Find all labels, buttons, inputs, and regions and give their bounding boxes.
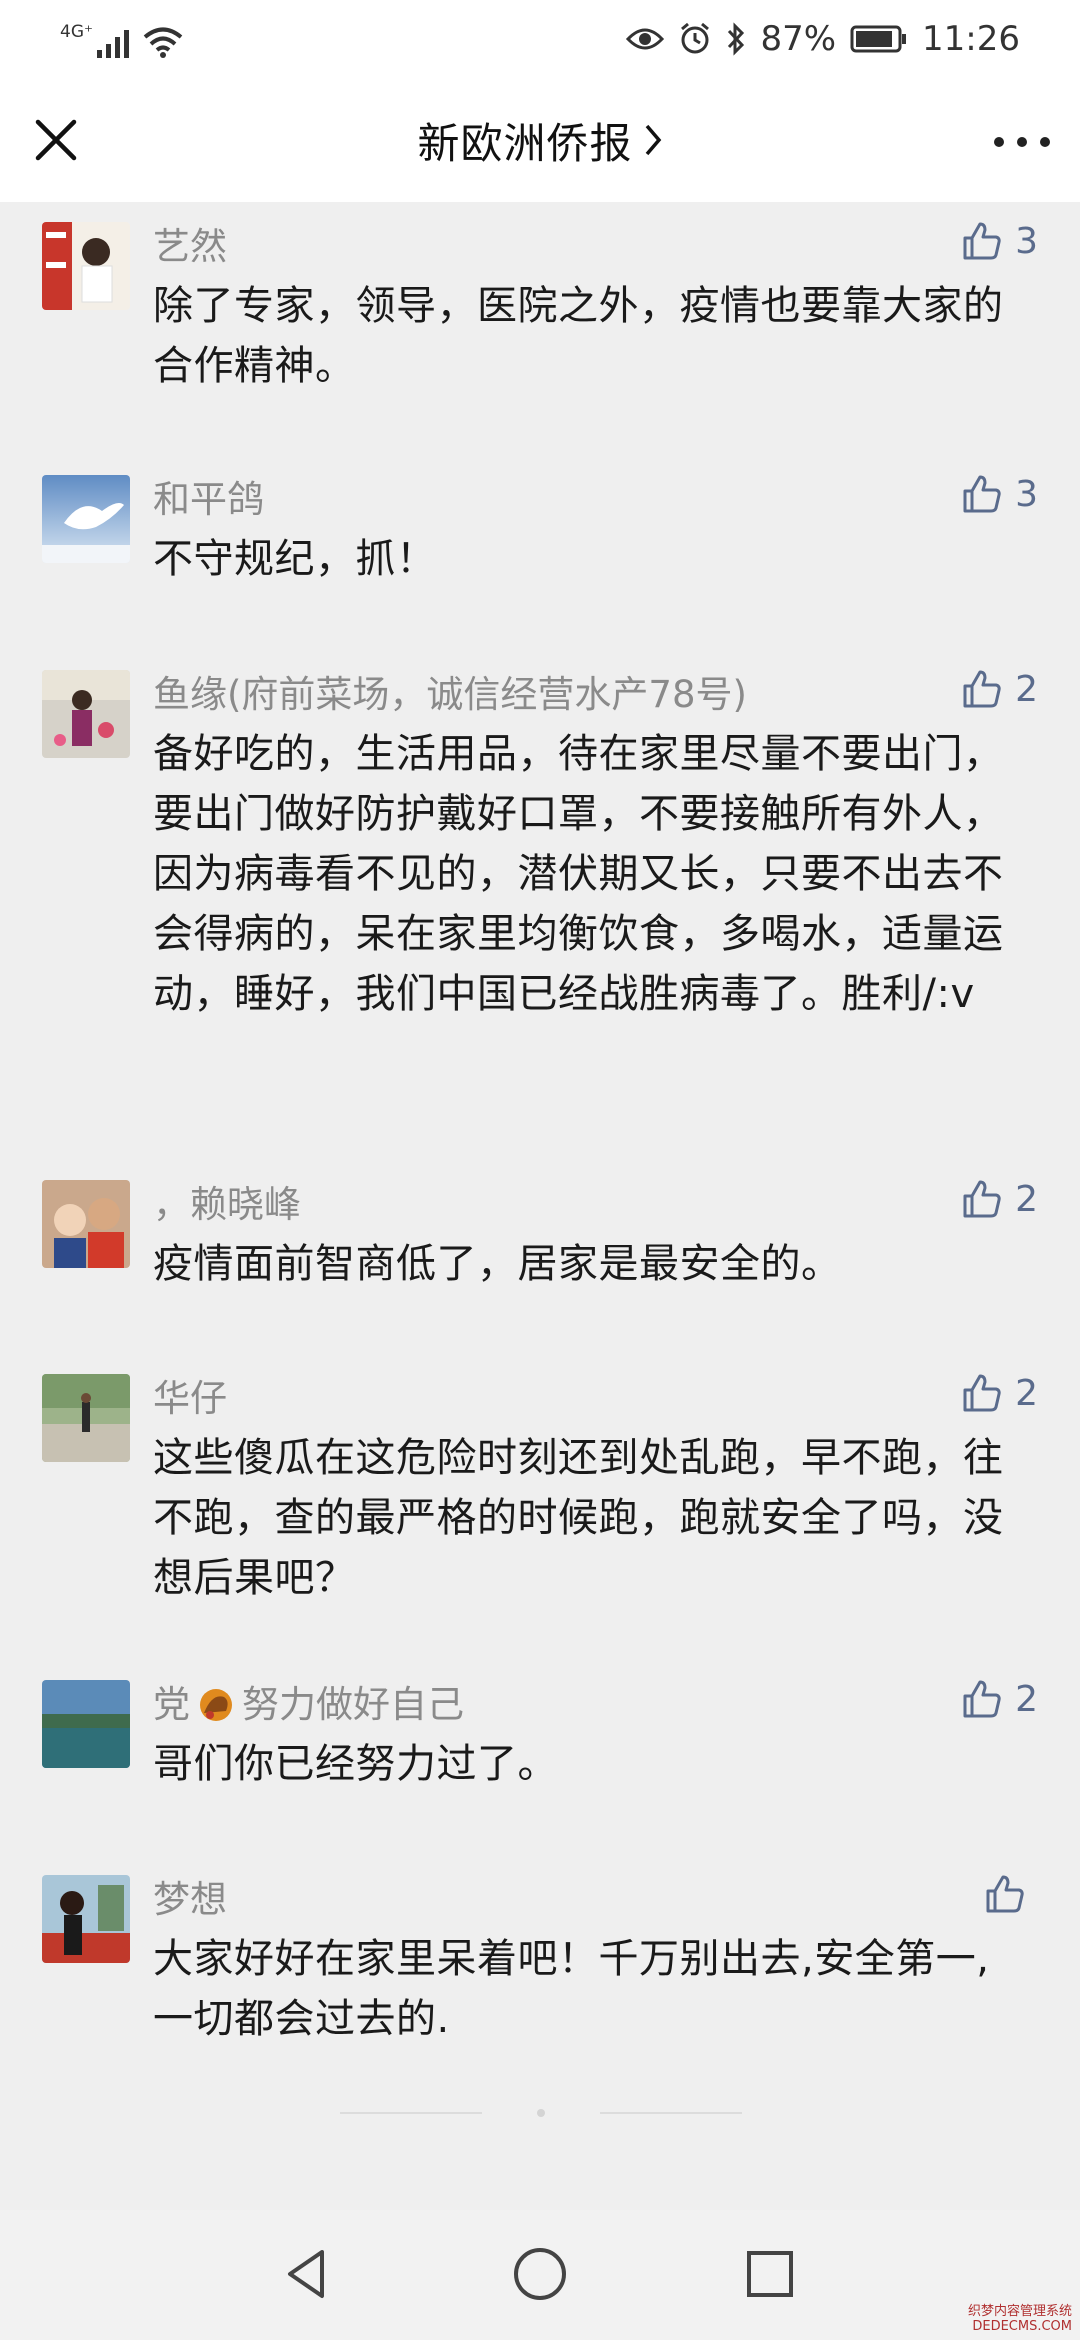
- system-nav-bar: 织梦内容管理系统 DEDECMS.COM: [0, 2210, 1080, 2340]
- thumbs-up-icon: [986, 1875, 1024, 1913]
- battery-percent: 87%: [760, 19, 837, 59]
- nickname-suffix: 努力做好自己: [242, 1683, 464, 1726]
- like-count: 3: [1015, 473, 1038, 515]
- avatar-image: [42, 670, 130, 758]
- watermark: 织梦内容管理系统 DEDECMS.COM: [967, 2304, 1072, 2334]
- avatar[interactable]: [42, 1680, 130, 1768]
- comment-text: 备好吃的，生活用品，待在家里尽量不要出门，要出门做好防护戴好口罩，不要接触所有外…: [153, 731, 1004, 1017]
- like-button[interactable]: 2: [961, 1678, 1038, 1720]
- page-title: 新欧洲侨报: [417, 118, 633, 168]
- recents-button[interactable]: [738, 2242, 802, 2306]
- like-count: 2: [1015, 668, 1038, 710]
- status-right: 87% 11:26: [626, 14, 1020, 64]
- comment-text: 疫情面前智商低了，居家是最安全的。: [153, 1241, 842, 1287]
- avatar[interactable]: [42, 475, 130, 563]
- comment-nickname[interactable]: 艺然: [153, 216, 227, 270]
- comment-text: 不守规纪，抓！: [153, 536, 437, 582]
- comment-nickname[interactable]: ，赖晓峰: [153, 1174, 301, 1228]
- thumbs-up-icon: [963, 1680, 1001, 1718]
- like-count: 3: [1015, 220, 1038, 262]
- comment-nickname[interactable]: 梦想: [153, 1869, 227, 1923]
- avatar[interactable]: [42, 222, 130, 310]
- avatar-image: [42, 1374, 130, 1462]
- comment-nickname[interactable]: 华仔: [153, 1368, 227, 1422]
- title-link[interactable]: 新欧洲侨报: [0, 78, 1080, 202]
- alarm-icon: [681, 22, 710, 54]
- wifi-icon: [143, 27, 183, 58]
- home-circle-icon: [514, 2248, 566, 2300]
- thumbs-up-icon: [963, 1374, 1001, 1412]
- back-triangle-icon: [288, 2250, 324, 2298]
- signal-icon: [96, 30, 129, 58]
- battery-icon: [850, 25, 907, 53]
- comment-text: 这些傻瓜在这危险时刻还到处乱跑，早不跑，往不跑，查的最严格的时候跑，跑就安全了吗…: [153, 1435, 1004, 1601]
- recents-square-icon: [747, 2251, 793, 2297]
- comment-text: 哥们你已经努力过了。: [153, 1741, 558, 1787]
- comment-text: 除了专家，领导，医院之外，疫情也要靠大家的合作精神。: [153, 283, 1004, 389]
- more-button[interactable]: [994, 114, 1050, 170]
- like-button[interactable]: 2: [961, 668, 1038, 710]
- chevron-right-icon: [645, 124, 661, 156]
- clock-time: 11:26: [922, 19, 1020, 59]
- comment-nickname[interactable]: 鱼缘(府前菜场，诚信经营水产78号): [153, 664, 747, 718]
- avatar-image: [42, 475, 130, 563]
- like-button[interactable]: [984, 1873, 1038, 1915]
- like-count: 2: [1015, 1372, 1038, 1414]
- end-divider: [0, 2108, 1080, 2118]
- avatar[interactable]: [42, 1180, 130, 1268]
- home-button[interactable]: [508, 2242, 572, 2306]
- avatar-image: [42, 1875, 130, 1963]
- avatar-image: [42, 222, 130, 310]
- like-count: 2: [1015, 1678, 1038, 1720]
- like-button[interactable]: 3: [961, 473, 1038, 515]
- thumbs-up-icon: [963, 1180, 1001, 1218]
- avatar-image: [42, 1680, 130, 1768]
- more-icon: [994, 137, 1004, 147]
- thumbs-up-icon: [963, 475, 1001, 513]
- avatar-image: [42, 1180, 130, 1268]
- nickname-prefix: 党: [153, 1683, 190, 1726]
- eye-icon: [626, 28, 665, 50]
- like-button[interactable]: 2: [961, 1178, 1038, 1220]
- avatar[interactable]: [42, 670, 130, 758]
- like-button[interactable]: 3: [961, 220, 1038, 262]
- thumbs-up-icon: [963, 222, 1001, 260]
- status-bar: 4G⁺ 87% 11:26: [0, 0, 1080, 78]
- like-count: 2: [1015, 1178, 1038, 1220]
- network-type: 4G⁺: [60, 22, 93, 42]
- avatar[interactable]: [42, 1875, 130, 1963]
- thumbs-up-icon: [963, 670, 1001, 708]
- title-bar: 新欧洲侨报: [0, 78, 1080, 202]
- comment-nickname[interactable]: 和平鸽: [153, 469, 264, 523]
- avatar[interactable]: [42, 1374, 130, 1462]
- back-button[interactable]: [276, 2242, 340, 2306]
- like-button[interactable]: 2: [961, 1372, 1038, 1414]
- status-left: 4G⁺: [60, 18, 183, 58]
- comment-text: 大家好好在家里呆着吧！千万别出去,安全第一,一切都会过去的.: [153, 1936, 990, 2042]
- comment-nickname[interactable]: 党 努力做好自己: [153, 1674, 464, 1728]
- horse-emoji-icon: [200, 1689, 232, 1721]
- bluetooth-icon: [728, 22, 745, 56]
